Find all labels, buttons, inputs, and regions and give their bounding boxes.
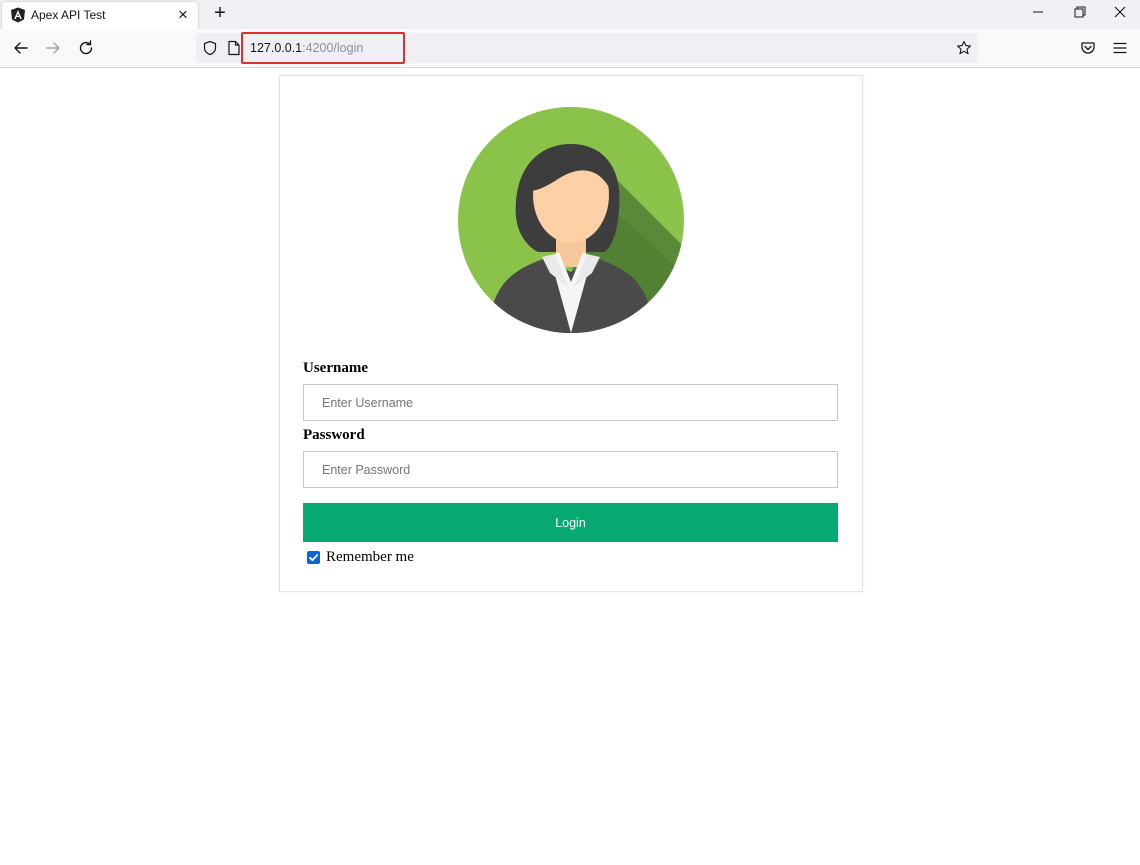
reload-icon[interactable]: [77, 39, 95, 57]
password-input[interactable]: [303, 451, 838, 488]
minimize-icon[interactable]: [1028, 4, 1048, 20]
new-tab-button[interactable]: +: [209, 2, 231, 24]
hamburger-menu-icon[interactable]: [1111, 39, 1129, 57]
angular-logo-icon: [11, 7, 25, 23]
tracking-protection-shield-icon[interactable]: [202, 40, 218, 56]
user-avatar-icon: [458, 107, 684, 333]
remember-me-label: Remember me: [326, 549, 414, 565]
page-info-icon[interactable]: [227, 40, 241, 56]
tab-strip: Apex API Test × +: [0, 0, 1140, 29]
remember-me-checkbox[interactable]: [307, 551, 320, 564]
restore-icon[interactable]: [1069, 4, 1089, 20]
login-button[interactable]: Login: [303, 503, 838, 542]
address-bar[interactable]: 127.0.0.1:4200/login: [196, 32, 978, 64]
username-label: Username: [303, 360, 368, 376]
checkmark-icon: [309, 554, 319, 562]
browser-tab[interactable]: Apex API Test ×: [2, 2, 198, 29]
close-tab-icon[interactable]: ×: [174, 6, 192, 24]
pocket-icon[interactable]: [1079, 39, 1097, 57]
bookmark-star-icon[interactable]: [956, 40, 972, 56]
login-card: Username Password Login Remember me: [279, 75, 863, 592]
close-window-icon[interactable]: [1110, 4, 1130, 20]
back-arrow-icon[interactable]: [12, 39, 30, 57]
tab-title: Apex API Test: [31, 8, 106, 22]
forward-arrow-icon[interactable]: [44, 39, 62, 57]
username-input[interactable]: [303, 384, 838, 421]
url-highlight-box: [241, 32, 405, 64]
navigation-bar: 127.0.0.1:4200/login: [0, 29, 1140, 68]
password-label: Password: [303, 427, 365, 443]
